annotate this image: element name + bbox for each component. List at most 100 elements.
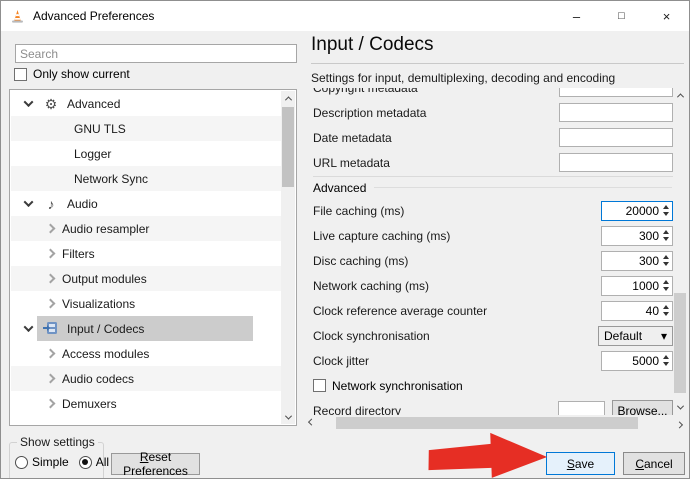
record-directory-input[interactable] <box>558 401 605 416</box>
chevron-right-icon[interactable] <box>46 274 56 284</box>
hscroll-thumb[interactable] <box>336 417 638 429</box>
audio-note-icon: ♪ <box>42 197 60 211</box>
field-disc-caching: Disc caching (ms) 300 <box>306 248 673 273</box>
window-controls: – □ × <box>554 1 689 31</box>
title-divider <box>311 63 684 64</box>
save-button[interactable]: Save <box>546 452 615 475</box>
section-line <box>374 187 672 188</box>
spinner-arrows-icon[interactable] <box>661 352 670 370</box>
show-settings-group: Show settings Simple All <box>9 442 104 479</box>
spinner-arrows-icon[interactable] <box>661 302 670 320</box>
advanced-section-header: Advanced <box>306 177 673 198</box>
scroll-up-icon[interactable] <box>673 88 687 102</box>
spinner-arrows-icon[interactable] <box>661 202 670 220</box>
input-codecs-icon <box>42 321 60 337</box>
scroll-right-icon[interactable] <box>672 417 686 429</box>
scroll-down-icon[interactable] <box>673 400 687 414</box>
network-caching-spinbox[interactable]: 1000 <box>601 276 673 296</box>
show-settings-label: Show settings <box>17 435 98 449</box>
scroll-down-icon[interactable] <box>281 410 295 424</box>
tree-item-network-sync[interactable]: Network Sync <box>11 166 281 191</box>
field-date-metadata: Date metadata <box>306 125 673 150</box>
tree-rows: ⚙ Advanced GNU TLS Logger Network Sync ♪… <box>11 91 281 424</box>
chevron-right-icon[interactable] <box>46 374 56 384</box>
close-button[interactable]: × <box>644 1 689 31</box>
scroll-left-icon[interactable] <box>304 417 318 429</box>
tree-item-audio[interactable]: ♪ Audio <box>11 191 281 216</box>
radio-simple[interactable] <box>15 456 28 469</box>
vlc-logo-icon <box>9 8 25 24</box>
field-clock-synchronisation: Clock synchronisation Default ▾ <box>306 323 673 348</box>
form-scrollbar-thumb[interactable] <box>674 293 686 393</box>
tree-item-audio-resampler[interactable]: Audio resampler <box>11 216 281 241</box>
radio-simple-label[interactable]: Simple <box>32 455 69 469</box>
radio-all-label[interactable]: All <box>96 455 109 469</box>
dropdown-arrow-icon: ▾ <box>661 329 667 343</box>
maximize-button[interactable]: □ <box>599 1 644 31</box>
search-input[interactable] <box>15 44 297 63</box>
tree-item-output-modules[interactable]: Output modules <box>11 266 281 291</box>
tree-scrollbar-thumb[interactable] <box>282 107 294 187</box>
spinner-arrows-icon[interactable] <box>661 252 670 270</box>
page-subtitle: Settings for input, demultiplexing, deco… <box>311 71 615 85</box>
field-record-directory: Record directory Browse... <box>306 398 673 415</box>
spinner-arrows-icon[interactable] <box>661 227 670 245</box>
form-scrollbar-horizontal[interactable] <box>304 417 686 429</box>
tree-item-demuxers[interactable]: Demuxers <box>11 391 281 416</box>
live-capture-caching-spinbox[interactable]: 300 <box>601 226 673 246</box>
window-title: Advanced Preferences <box>33 9 154 23</box>
tree-item-access-modules[interactable]: Access modules <box>11 341 281 366</box>
tree-item-visualizations[interactable]: Visualizations <box>11 291 281 316</box>
field-description-metadata: Description metadata <box>306 100 673 125</box>
radio-all[interactable] <box>79 456 92 469</box>
copyright-metadata-input[interactable] <box>559 88 673 97</box>
file-caching-spinbox[interactable]: 20000 <box>601 201 673 221</box>
titlebar: Advanced Preferences – □ × <box>1 1 689 31</box>
tree-scrollbar[interactable] <box>281 91 295 424</box>
reset-preferences-button[interactable]: Reset Preferences <box>111 453 200 475</box>
cancel-button[interactable]: Cancel <box>623 452 685 475</box>
clock-synchronisation-dropdown[interactable]: Default ▾ <box>598 326 673 346</box>
tree-item-audio-codecs[interactable]: Audio codecs <box>11 366 281 391</box>
chevron-right-icon[interactable] <box>46 224 56 234</box>
red-arrow-annotation <box>425 430 551 479</box>
field-copyright-metadata: Copyright metadata <box>306 88 673 100</box>
tree-item-logger[interactable]: Logger <box>11 141 281 166</box>
minimize-button[interactable]: – <box>554 1 599 31</box>
checkbox-box[interactable] <box>313 379 326 392</box>
chevron-down-icon[interactable] <box>24 197 34 207</box>
tree-item-filters[interactable]: Filters <box>11 241 281 266</box>
page-title: Input / Codecs <box>311 34 434 56</box>
field-url-metadata: URL metadata <box>306 150 673 175</box>
field-file-caching: File caching (ms) 20000 <box>306 198 673 223</box>
date-metadata-input[interactable] <box>559 128 673 147</box>
settings-form: Copyright metadata Description metadata … <box>306 88 673 415</box>
chevron-down-icon[interactable] <box>24 322 34 332</box>
checkbox-label: Only show current <box>33 67 130 81</box>
chevron-right-icon[interactable] <box>46 349 56 359</box>
tree-item-input-codecs[interactable]: Input / Codecs <box>11 316 281 341</box>
clock-jitter-spinbox[interactable]: 5000 <box>601 351 673 371</box>
chevron-right-icon[interactable] <box>46 299 56 309</box>
chevron-right-icon[interactable] <box>46 249 56 259</box>
disc-caching-spinbox[interactable]: 300 <box>601 251 673 271</box>
field-clock-reference: Clock reference average counter 40 <box>306 298 673 323</box>
network-synchronisation-checkbox[interactable]: Network synchronisation <box>313 379 463 393</box>
scroll-up-icon[interactable] <box>281 91 295 105</box>
checkbox-box[interactable] <box>14 68 27 81</box>
spinner-arrows-icon[interactable] <box>661 277 670 295</box>
browse-button[interactable]: Browse... <box>612 400 673 416</box>
chevron-down-icon[interactable] <box>24 97 34 107</box>
hscroll-track[interactable] <box>318 417 672 429</box>
chevron-right-icon[interactable] <box>46 399 56 409</box>
form-scrollbar-vertical[interactable] <box>673 88 687 414</box>
tree-item-gnu-tls[interactable]: GNU TLS <box>11 116 281 141</box>
clock-reference-spinbox[interactable]: 40 <box>601 301 673 321</box>
only-show-current-checkbox[interactable]: Only show current <box>14 67 130 81</box>
field-network-caching: Network caching (ms) 1000 <box>306 273 673 298</box>
tree-item-advanced[interactable]: ⚙ Advanced <box>11 91 281 116</box>
gear-icon: ⚙ <box>42 97 60 111</box>
url-metadata-input[interactable] <box>559 153 673 172</box>
advanced-preferences-dialog: Advanced Preferences – □ × Only show cur… <box>0 0 690 479</box>
description-metadata-input[interactable] <box>559 103 673 122</box>
